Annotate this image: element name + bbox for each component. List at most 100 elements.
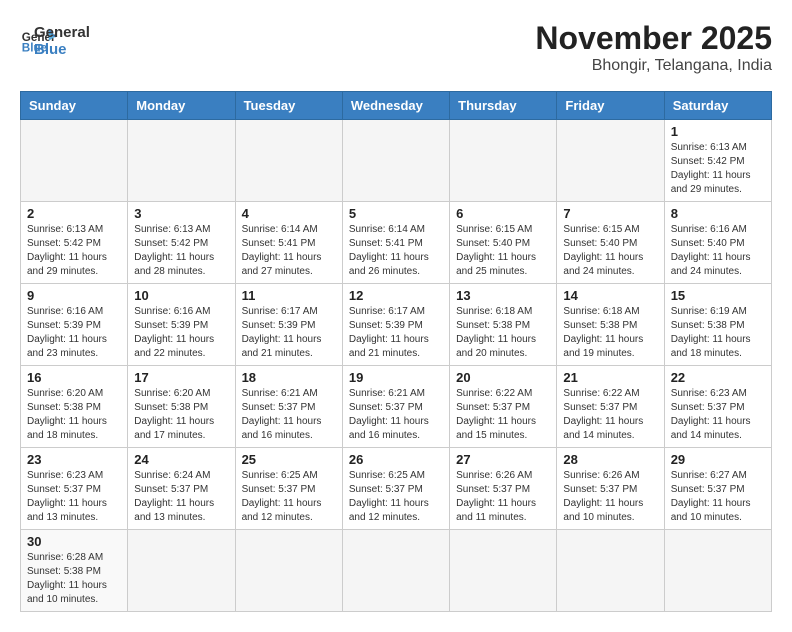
calendar-cell: 27 Sunrise: 6:26 AM Sunset: 5:37 PM Dayli…	[450, 448, 557, 530]
day-info: Sunrise: 6:16 AM Sunset: 5:39 PM Dayligh…	[27, 305, 121, 361]
calendar-cell: 3 Sunrise: 6:13 AM Sunset: 5:42 PM Daylig…	[128, 202, 235, 284]
day-number: 4	[242, 206, 336, 221]
day-info: Sunrise: 6:17 AM Sunset: 5:39 PM Dayligh…	[242, 305, 336, 361]
day-info: Sunrise: 6:21 AM Sunset: 5:37 PM Dayligh…	[349, 387, 443, 443]
calendar-cell: 4 Sunrise: 6:14 AM Sunset: 5:41 PM Daylig…	[235, 202, 342, 284]
day-number: 6	[456, 206, 550, 221]
calendar-cell: 12Sunrise: 6:17 AM Sunset: 5:39 PM Dayli…	[342, 284, 449, 366]
day-number: 7	[563, 206, 657, 221]
day-number: 11	[242, 288, 336, 303]
day-number: 18	[242, 370, 336, 385]
day-number: 27	[456, 452, 550, 467]
day-info: Sunrise: 6:16 AM Sunset: 5:40 PM Dayligh…	[671, 223, 765, 279]
calendar-cell	[235, 530, 342, 612]
weekday-header-row: Sunday Monday Tuesday Wednesday Thursday…	[21, 92, 772, 120]
day-info: Sunrise: 6:26 AM Sunset: 5:37 PM Dayligh…	[563, 469, 657, 525]
day-info: Sunrise: 6:25 AM Sunset: 5:37 PM Dayligh…	[242, 469, 336, 525]
calendar-cell	[128, 120, 235, 202]
day-number: 24	[134, 452, 228, 467]
calendar-cell	[342, 530, 449, 612]
calendar-cell: 8 Sunrise: 6:16 AM Sunset: 5:40 PM Daylig…	[664, 202, 771, 284]
calendar-cell	[21, 120, 128, 202]
calendar-cell: 29 Sunrise: 6:27 AM Sunset: 5:37 PM Dayli…	[664, 448, 771, 530]
day-info: Sunrise: 6:17 AM Sunset: 5:39 PM Dayligh…	[349, 305, 443, 361]
day-number: 19	[349, 370, 443, 385]
title-block: November 2025 Bhongir, Telangana, India	[535, 20, 772, 75]
day-info: Sunrise: 6:27 AM Sunset: 5:37 PM Dayligh…	[671, 469, 765, 525]
calendar-cell	[450, 120, 557, 202]
header-wednesday: Wednesday	[342, 92, 449, 120]
day-number: 3	[134, 206, 228, 221]
calendar-cell: 25 Sunrise: 6:25 AM Sunset: 5:37 PM Dayli…	[235, 448, 342, 530]
calendar-cell	[557, 530, 664, 612]
calendar-cell: 26Sunrise: 6:25 AM Sunset: 5:37 PM Dayli…	[342, 448, 449, 530]
calendar-cell: 1 Sunrise: 6:13 AM Sunset: 5:42 PM Daylig…	[664, 120, 771, 202]
day-number: 22	[671, 370, 765, 385]
day-info: Sunrise: 6:14 AM Sunset: 5:41 PM Dayligh…	[349, 223, 443, 279]
page-title: November 2025	[535, 20, 772, 57]
day-number: 25	[242, 452, 336, 467]
header-monday: Monday	[128, 92, 235, 120]
calendar-cell	[128, 530, 235, 612]
day-info: Sunrise: 6:26 AM Sunset: 5:37 PM Dayligh…	[456, 469, 550, 525]
day-info: Sunrise: 6:18 AM Sunset: 5:38 PM Dayligh…	[456, 305, 550, 361]
day-number: 10	[134, 288, 228, 303]
day-number: 1	[671, 124, 765, 139]
calendar-cell: 23Sunrise: 6:23 AM Sunset: 5:37 PM Dayli…	[21, 448, 128, 530]
day-number: 9	[27, 288, 121, 303]
logo-blue-text: Blue	[34, 41, 90, 58]
day-info: Sunrise: 6:28 AM Sunset: 5:38 PM Dayligh…	[27, 551, 121, 607]
calendar-cell: 2 Sunrise: 6:13 AM Sunset: 5:42 PM Daylig…	[21, 202, 128, 284]
day-info: Sunrise: 6:13 AM Sunset: 5:42 PM Dayligh…	[134, 223, 228, 279]
calendar-cell	[450, 530, 557, 612]
day-info: Sunrise: 6:18 AM Sunset: 5:38 PM Dayligh…	[563, 305, 657, 361]
day-info: Sunrise: 6:14 AM Sunset: 5:41 PM Dayligh…	[242, 223, 336, 279]
day-number: 8	[671, 206, 765, 221]
day-number: 28	[563, 452, 657, 467]
logo: General Blue General Blue	[20, 20, 90, 59]
day-info: Sunrise: 6:22 AM Sunset: 5:37 PM Dayligh…	[563, 387, 657, 443]
header-sunday: Sunday	[21, 92, 128, 120]
day-number: 13	[456, 288, 550, 303]
day-number: 16	[27, 370, 121, 385]
day-number: 29	[671, 452, 765, 467]
calendar-table: Sunday Monday Tuesday Wednesday Thursday…	[20, 91, 772, 612]
day-number: 2	[27, 206, 121, 221]
day-number: 30	[27, 534, 121, 549]
calendar-cell: 21 Sunrise: 6:22 AM Sunset: 5:37 PM Dayli…	[557, 366, 664, 448]
day-number: 14	[563, 288, 657, 303]
calendar-cell: 7 Sunrise: 6:15 AM Sunset: 5:40 PM Daylig…	[557, 202, 664, 284]
calendar-cell: 16 Sunrise: 6:20 AM Sunset: 5:38 PM Dayli…	[21, 366, 128, 448]
day-info: Sunrise: 6:16 AM Sunset: 5:39 PM Dayligh…	[134, 305, 228, 361]
calendar-header: Sunday Monday Tuesday Wednesday Thursday…	[21, 92, 772, 120]
calendar-cell: 24Sunrise: 6:24 AM Sunset: 5:37 PM Dayli…	[128, 448, 235, 530]
header-friday: Friday	[557, 92, 664, 120]
day-number: 15	[671, 288, 765, 303]
day-info: Sunrise: 6:13 AM Sunset: 5:42 PM Dayligh…	[671, 141, 765, 197]
day-info: Sunrise: 6:13 AM Sunset: 5:42 PM Dayligh…	[27, 223, 121, 279]
day-info: Sunrise: 6:19 AM Sunset: 5:38 PM Dayligh…	[671, 305, 765, 361]
day-info: Sunrise: 6:21 AM Sunset: 5:37 PM Dayligh…	[242, 387, 336, 443]
day-info: Sunrise: 6:15 AM Sunset: 5:40 PM Dayligh…	[563, 223, 657, 279]
day-number: 21	[563, 370, 657, 385]
calendar-cell: 11 Sunrise: 6:17 AM Sunset: 5:39 PM Dayli…	[235, 284, 342, 366]
calendar-cell: 20Sunrise: 6:22 AM Sunset: 5:37 PM Dayli…	[450, 366, 557, 448]
calendar-body: 1 Sunrise: 6:13 AM Sunset: 5:42 PM Daylig…	[21, 120, 772, 612]
day-info: Sunrise: 6:20 AM Sunset: 5:38 PM Dayligh…	[134, 387, 228, 443]
calendar-cell	[557, 120, 664, 202]
day-number: 26	[349, 452, 443, 467]
header-saturday: Saturday	[664, 92, 771, 120]
day-info: Sunrise: 6:20 AM Sunset: 5:38 PM Dayligh…	[27, 387, 121, 443]
day-number: 5	[349, 206, 443, 221]
calendar-cell: 30 Sunrise: 6:28 AM Sunset: 5:38 PM Dayli…	[21, 530, 128, 612]
calendar-cell	[342, 120, 449, 202]
calendar-cell: 10 Sunrise: 6:16 AM Sunset: 5:39 PM Dayli…	[128, 284, 235, 366]
day-number: 20	[456, 370, 550, 385]
calendar-cell: 5 Sunrise: 6:14 AM Sunset: 5:41 PM Daylig…	[342, 202, 449, 284]
day-info: Sunrise: 6:15 AM Sunset: 5:40 PM Dayligh…	[456, 223, 550, 279]
day-number: 17	[134, 370, 228, 385]
day-info: Sunrise: 6:23 AM Sunset: 5:37 PM Dayligh…	[671, 387, 765, 443]
calendar-cell: 28 Sunrise: 6:26 AM Sunset: 5:37 PM Dayli…	[557, 448, 664, 530]
page-subtitle: Bhongir, Telangana, India	[535, 57, 772, 75]
calendar-cell: 13 Sunrise: 6:18 AM Sunset: 5:38 PM Dayli…	[450, 284, 557, 366]
